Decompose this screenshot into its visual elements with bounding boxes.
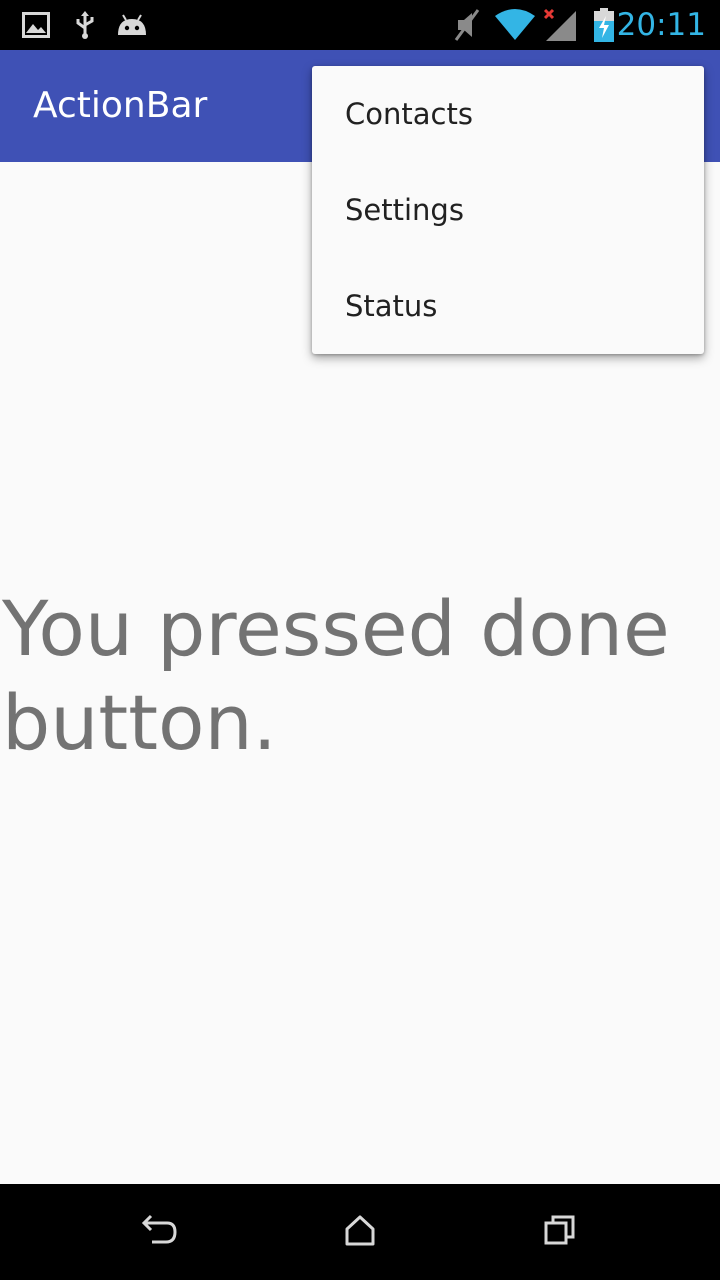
recents-button[interactable] bbox=[510, 1198, 610, 1266]
android-icon bbox=[116, 0, 148, 50]
wifi-icon bbox=[494, 0, 536, 50]
navigation-bar bbox=[0, 1184, 720, 1280]
message-text: You pressed done button. bbox=[2, 584, 670, 767]
status-bar: 20:11 bbox=[0, 0, 720, 50]
home-icon bbox=[343, 1213, 377, 1251]
battery-charging-icon bbox=[592, 0, 616, 50]
menu-item-status[interactable]: Status bbox=[312, 258, 704, 354]
signal-icon bbox=[542, 0, 578, 50]
back-button[interactable] bbox=[110, 1198, 210, 1266]
action-bar-title: ActionBar bbox=[33, 85, 208, 126]
overflow-menu: Contacts Settings Status bbox=[312, 66, 704, 354]
menu-item-contacts[interactable]: Contacts bbox=[312, 66, 704, 162]
usb-icon bbox=[74, 0, 96, 50]
mute-icon bbox=[452, 0, 482, 50]
recents-icon bbox=[542, 1213, 578, 1251]
home-button[interactable] bbox=[310, 1198, 410, 1266]
image-icon bbox=[22, 0, 50, 50]
status-clock: 20:11 bbox=[616, 7, 706, 43]
menu-item-settings[interactable]: Settings bbox=[312, 162, 704, 258]
back-icon bbox=[140, 1213, 180, 1251]
